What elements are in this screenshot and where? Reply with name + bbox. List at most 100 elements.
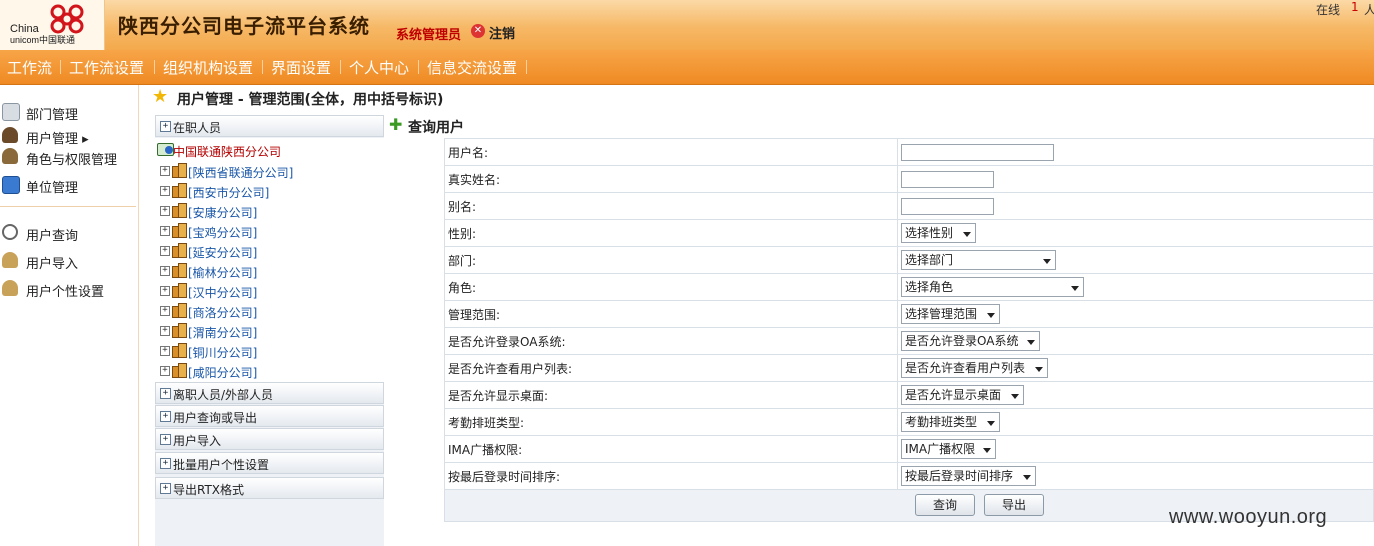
ima-broadcast-permission-select[interactable]: IMA广播权限 [901, 439, 996, 459]
expand-icon[interactable]: + [160, 266, 170, 276]
tree-node-yulin[interactable]: + [榆林分公司] [159, 262, 379, 280]
sidebar-item-user-import[interactable]: 用户导入 [0, 250, 138, 272]
nav-workflow-settings[interactable]: 工作流设置 [69, 57, 144, 78]
expand-icon[interactable]: + [160, 186, 170, 196]
form-row: 是否允许显示桌面: 是否允许显示桌面 [444, 381, 1374, 409]
tree-node-label[interactable]: [安康分公司] [188, 204, 257, 221]
tree-node-shangluo[interactable]: + [商洛分公司] [159, 302, 379, 320]
allow-oa-login-label: 是否允许登录OA系统: [444, 327, 898, 355]
tree-node-label[interactable]: [陕西省联通分公司] [188, 164, 293, 181]
gender-select[interactable]: 选择性别 [901, 223, 976, 243]
tree-node-shaanxi[interactable]: + [陕西省联通分公司] [159, 162, 379, 180]
manage-scope-select[interactable]: 选择管理范围 [901, 304, 1000, 324]
tree-node-xianyang[interactable]: + [咸阳分公司] [159, 362, 379, 380]
sidebar-item-role-permissions[interactable]: 角色与权限管理 [0, 146, 138, 168]
tree-node-xian[interactable]: + [西安市分公司] [159, 182, 379, 200]
tree-node-label[interactable]: [咸阳分公司] [188, 364, 257, 381]
allow-view-user-list-select[interactable]: 是否允许查看用户列表 [901, 358, 1048, 378]
ima-broadcast-permission-cell: IMA广播权限 [897, 435, 1374, 463]
sidebar-item-label: 部门管理 [26, 108, 79, 123]
department-select[interactable]: 选择部门 [901, 250, 1056, 270]
expand-icon[interactable]: + [160, 306, 170, 316]
nav-personal-center[interactable]: 个人中心 [349, 57, 409, 78]
tree-node-label[interactable]: [榆林分公司] [188, 264, 257, 281]
role-select[interactable]: 选择角色 [901, 277, 1084, 297]
real-name-cell [897, 165, 1374, 193]
export-button[interactable]: 导出 [984, 494, 1044, 516]
left-sidebar: 部门管理 用户管理 ▸ 角色与权限管理 单位管理 用户查询 用户导入 用户个性设… [0, 85, 139, 546]
expand-icon: + [160, 388, 171, 399]
tree-node-yanan[interactable]: + [延安分公司] [159, 242, 379, 260]
accordion-former-external-staff[interactable]: + 离职人员/外部人员 [155, 382, 384, 404]
select-value: 选择角色 [905, 280, 954, 294]
tree-node-hanzhong[interactable]: + [汉中分公司] [159, 282, 379, 300]
accordion-export-rtx[interactable]: + 导出RTX格式 [155, 477, 384, 499]
tree-node-label[interactable]: [汉中分公司] [188, 284, 257, 301]
chevron-down-icon [1011, 394, 1019, 399]
tree-node-weinan[interactable]: + [渭南分公司] [159, 322, 379, 340]
allow-show-desktop-select[interactable]: 是否允许显示桌面 [901, 385, 1024, 405]
globe-icon [165, 146, 173, 154]
tree-node-tongchuan[interactable]: + [铜川分公司] [159, 342, 379, 360]
accordion-user-query-export[interactable]: + 用户查询或导出 [155, 405, 384, 427]
sidebar-item-user-settings[interactable]: 用户个性设置 [0, 278, 138, 300]
tree-node-label[interactable]: [商洛分公司] [188, 304, 257, 321]
ima-broadcast-permission-label: IMA广播权限: [444, 435, 898, 463]
manage-scope-label: 管理范围: [444, 300, 898, 328]
search-button[interactable]: 查询 [915, 494, 975, 516]
tree-node-ankang[interactable]: + [安康分公司] [159, 202, 379, 220]
accordion-user-import[interactable]: + 用户导入 [155, 428, 384, 450]
real-name-input[interactable] [901, 170, 994, 188]
sidebar-item-unit-management[interactable]: 单位管理 [0, 174, 138, 196]
online-count[interactable]: 1 [1351, 0, 1359, 14]
expand-icon[interactable]: + [160, 346, 170, 356]
expand-icon[interactable]: + [160, 246, 170, 256]
sort-by-last-login-label: 按最后登录时间排序: [444, 462, 898, 490]
tree-root-label[interactable]: 中国联通陕西分公司 [173, 143, 281, 160]
tree-node-label[interactable]: [铜川分公司] [188, 344, 257, 361]
tree-node-label[interactable]: [西安市分公司] [188, 184, 269, 201]
select-value: 是否允许查看用户列表 [905, 361, 1026, 375]
accordion-active-staff[interactable]: + 在职人员 [155, 115, 384, 137]
form-row: IMA广播权限: IMA广播权限 [444, 435, 1374, 463]
alias-input[interactable] [901, 197, 994, 215]
nav-separator [60, 60, 61, 74]
attendance-shift-type-select[interactable]: 考勤排班类型 [901, 412, 1000, 432]
org-tree-panel: + 在职人员 中国联通陕西分公司 + [陕西省联通分公司] + [西安市分公司] + [安… [155, 115, 384, 546]
nav-ui-settings[interactable]: 界面设置 [271, 57, 331, 78]
department-icon [2, 103, 20, 121]
org-tree: 中国联通陕西分公司 + [陕西省联通分公司] + [西安市分公司] + [安康分公司] + [… [155, 138, 384, 382]
folder-icon [172, 163, 187, 178]
allow-oa-login-cell: 是否允许登录OA系统 [897, 327, 1374, 355]
folder-icon [172, 243, 187, 258]
expand-icon[interactable]: + [160, 226, 170, 236]
logout-link[interactable]: 注销 [489, 23, 515, 42]
tree-node-label[interactable]: [宝鸡分公司] [188, 224, 257, 241]
expand-icon[interactable]: + [160, 206, 170, 216]
expand-icon[interactable]: + [160, 166, 170, 176]
tree-node-label[interactable]: [延安分公司] [188, 244, 257, 261]
role-cell: 选择角色 [897, 273, 1374, 301]
sidebar-item-user-query[interactable]: 用户查询 [0, 222, 138, 244]
online-unit: 人 [1364, 3, 1374, 17]
tree-node-baoji[interactable]: + [宝鸡分公司] [159, 222, 379, 240]
allow-oa-login-select[interactable]: 是否允许登录OA系统 [901, 331, 1040, 351]
sidebar-item-department[interactable]: 部门管理 [0, 101, 138, 123]
expand-icon[interactable]: + [160, 286, 170, 296]
accordion-batch-user-settings[interactable]: + 批量用户个性设置 [155, 452, 384, 474]
expand-icon[interactable]: + [160, 326, 170, 336]
logout-icon[interactable]: ✕ [471, 24, 485, 38]
sort-by-last-login-select[interactable]: 按最后登录时间排序 [901, 466, 1036, 486]
sidebar-item-user-management[interactable]: 用户管理 ▸ [0, 125, 138, 147]
nav-info-exchange-settings[interactable]: 信息交流设置 [427, 57, 517, 78]
username-input[interactable] [901, 143, 1054, 161]
expand-icon[interactable]: + [160, 366, 170, 376]
sidebar-divider [0, 206, 136, 207]
users-import-icon [2, 252, 18, 268]
form-row: 考勤排班类型: 考勤排班类型 [444, 408, 1374, 436]
watermark: www.wooyun.org [1169, 506, 1328, 528]
nav-org-settings[interactable]: 组织机构设置 [163, 57, 253, 78]
nav-workflow[interactable]: 工作流 [7, 57, 52, 78]
sidebar-item-label: 用户导入 [26, 257, 79, 272]
tree-node-label[interactable]: [渭南分公司] [188, 324, 257, 341]
